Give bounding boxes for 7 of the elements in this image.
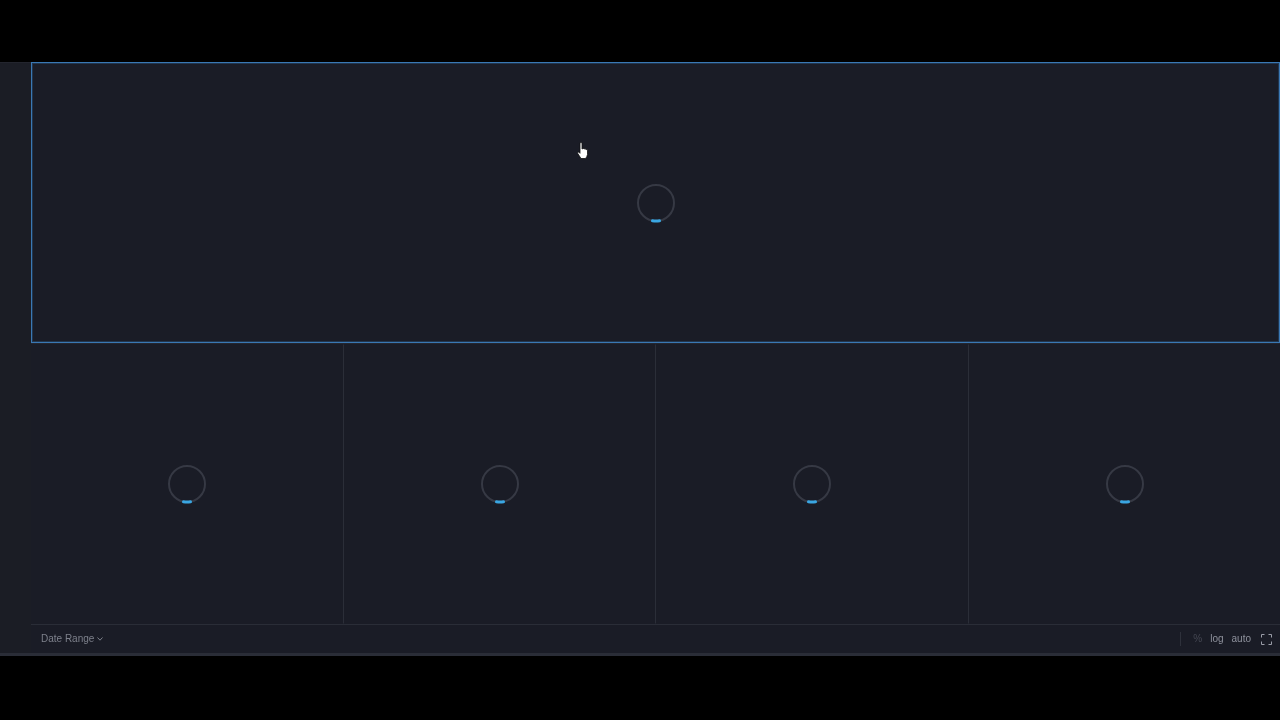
date-range-dropdown[interactable]: Date Range (41, 634, 104, 644)
chart-panel[interactable] (31, 62, 1280, 343)
scale-toggle[interactable]: log (1206, 634, 1228, 644)
fullscreen-icon[interactable] (1261, 633, 1272, 645)
caret-icon (97, 637, 104, 641)
hand-cursor-icon (577, 142, 588, 159)
scale-toggle[interactable]: auto (1227, 634, 1255, 644)
